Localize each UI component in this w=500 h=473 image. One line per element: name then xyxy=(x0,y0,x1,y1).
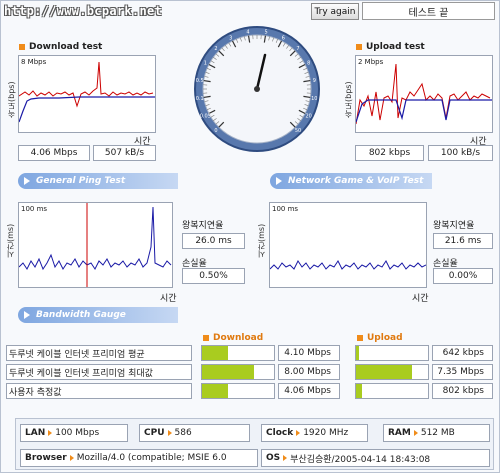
bandwidth-row-label: 두루넷 케이블 인터넷 프리미엄 최대값 xyxy=(6,364,192,380)
upload-gauge-fill xyxy=(356,346,359,360)
dial-tick-label: 7 xyxy=(296,46,299,52)
upload-gauge xyxy=(355,345,429,361)
arrow-icon xyxy=(276,177,282,185)
download-gauge-value: 4.10 Mbps xyxy=(278,345,340,361)
upload-kbps: 802 kbps xyxy=(355,145,424,161)
download-gauge xyxy=(201,383,275,399)
dial-tick-label: 3 xyxy=(229,35,232,41)
download-mbps: 4.06 Mbps xyxy=(18,145,90,161)
dial-tick-label: 10 xyxy=(311,96,317,102)
bullet-icon xyxy=(203,335,209,341)
upload-title: Upload test xyxy=(356,42,425,52)
ping-max-label: 100 ms xyxy=(21,205,48,213)
dial-tick-label: 0.05 xyxy=(200,113,211,119)
upload-y-axis-label: 속도(bps) xyxy=(344,81,353,118)
download-kbs: 507 kB/s xyxy=(93,145,156,161)
bullet-icon xyxy=(356,44,362,50)
download-gauge xyxy=(201,364,275,380)
upload-gauge xyxy=(355,364,429,380)
dial-tick-label: 20 xyxy=(305,113,311,119)
bandwidth-row-label: 두루넷 케이블 인터넷 프리미엄 평균 xyxy=(6,345,192,361)
game-time-label: 시간 xyxy=(412,294,429,304)
bullet-icon xyxy=(357,335,363,341)
upload-gauge xyxy=(355,383,429,399)
download-gauge-fill xyxy=(202,346,228,360)
game-y-axis-label: 시간(ms) xyxy=(257,223,266,258)
ping-y-axis-label: 시간(ms) xyxy=(6,223,15,258)
ping-plot: 100 ms xyxy=(18,202,173,288)
arrow-icon xyxy=(283,455,288,461)
game-rtt: 21.6 ms xyxy=(433,233,493,249)
dial-tick-label: 0.5 xyxy=(196,78,204,84)
dial-tick-label: 9 xyxy=(313,78,316,84)
download-plot: 8 Mbps xyxy=(18,55,156,133)
test-status: 테스트 끝 xyxy=(362,2,495,20)
dial-tick-label: 0 xyxy=(214,128,217,134)
upload-gauge-value: 802 kbps xyxy=(432,383,493,399)
game-trace xyxy=(269,260,427,270)
upload-kbs: 100 kB/s xyxy=(428,145,493,161)
ping-loss: 0.50% xyxy=(182,268,245,284)
arrow-icon xyxy=(24,311,30,319)
download-gauge-value: 4.06 Mbps xyxy=(278,383,340,399)
download-gauge-fill xyxy=(202,384,228,398)
arrow-icon xyxy=(296,430,301,436)
ram-info: RAM 512 MB xyxy=(383,424,490,442)
game-plot: 100 ms xyxy=(269,202,427,288)
speedometer: 0 0.05 0.1 0.5 1 2 3 4 5 6 7 8 9 10 20 50 xyxy=(193,25,321,153)
browser-info: Browser Mozilla/4.0 (compatible; MSIE 6.0 xyxy=(20,449,258,467)
game-loss: 0.00% xyxy=(433,268,493,284)
game-rtt-label: 왕복지연율 xyxy=(433,221,475,231)
bandwidth-row-label: 사용자 측정값 xyxy=(6,383,192,399)
download-y-axis-label: 속도(bps) xyxy=(7,81,16,118)
bandwidth-upload-header: Upload xyxy=(357,333,403,343)
bullet-icon xyxy=(19,44,25,50)
upload-gauge-fill xyxy=(356,384,362,398)
upload-plot: 2 Mbps xyxy=(355,55,493,133)
dial-tick-label: 50 xyxy=(295,128,301,134)
download-max-label: 8 Mbps xyxy=(21,58,47,66)
dial-tick-label: 0.1 xyxy=(196,96,204,102)
upload-max-label: 2 Mbps xyxy=(358,58,384,66)
ping-time-label: 시간 xyxy=(160,294,177,304)
download-trace xyxy=(18,61,155,123)
arrow-icon xyxy=(413,430,418,436)
dial-tick-label: 6 xyxy=(282,35,285,41)
general-ping-bar: General Ping Test xyxy=(18,173,178,189)
game-max-label: 100 ms xyxy=(272,205,299,213)
dial-tick-label: 8 xyxy=(307,61,310,67)
os-info: OS 부산김승환/2005-04-14 18:43:08 xyxy=(261,449,490,467)
arrow-icon xyxy=(69,455,74,461)
upload-gauge-value: 7.35 Mbps xyxy=(432,364,493,380)
try-again-button[interactable]: Try again xyxy=(311,3,359,20)
dial-tick-label: 1 xyxy=(204,61,207,67)
clock-info: Clock 1920 MHz xyxy=(261,424,368,442)
upload-trace xyxy=(355,63,492,125)
ping-trace xyxy=(18,203,172,287)
ping-rtt-label: 왕복지연율 xyxy=(182,221,224,231)
download-title: Download test xyxy=(19,42,102,52)
bandwidth-gauge-bar: Bandwidth Gauge xyxy=(18,307,178,323)
bandwidth-download-header: Download xyxy=(203,333,263,343)
lan-info: LAN 100 Mbps xyxy=(20,424,128,442)
site-url: http://www.bcpark.net xyxy=(4,4,163,18)
download-gauge-value: 8.00 Mbps xyxy=(278,364,340,380)
dial-tick-label: 2 xyxy=(214,46,217,52)
arrow-icon xyxy=(167,430,172,436)
arrow-icon xyxy=(24,177,30,185)
dial-tick-label: 4 xyxy=(246,30,249,36)
download-gauge xyxy=(201,345,275,361)
ping-rtt: 26.0 ms xyxy=(182,233,245,249)
download-gauge-fill xyxy=(202,365,254,379)
dial-tick-label: 5 xyxy=(264,30,267,36)
upload-gauge-fill xyxy=(356,365,413,379)
game-voip-bar: Network Game & VoIP Test xyxy=(270,173,432,189)
arrow-icon xyxy=(48,430,53,436)
upload-gauge-value: 642 kbps xyxy=(432,345,493,361)
cpu-info: CPU 586 xyxy=(139,424,250,442)
